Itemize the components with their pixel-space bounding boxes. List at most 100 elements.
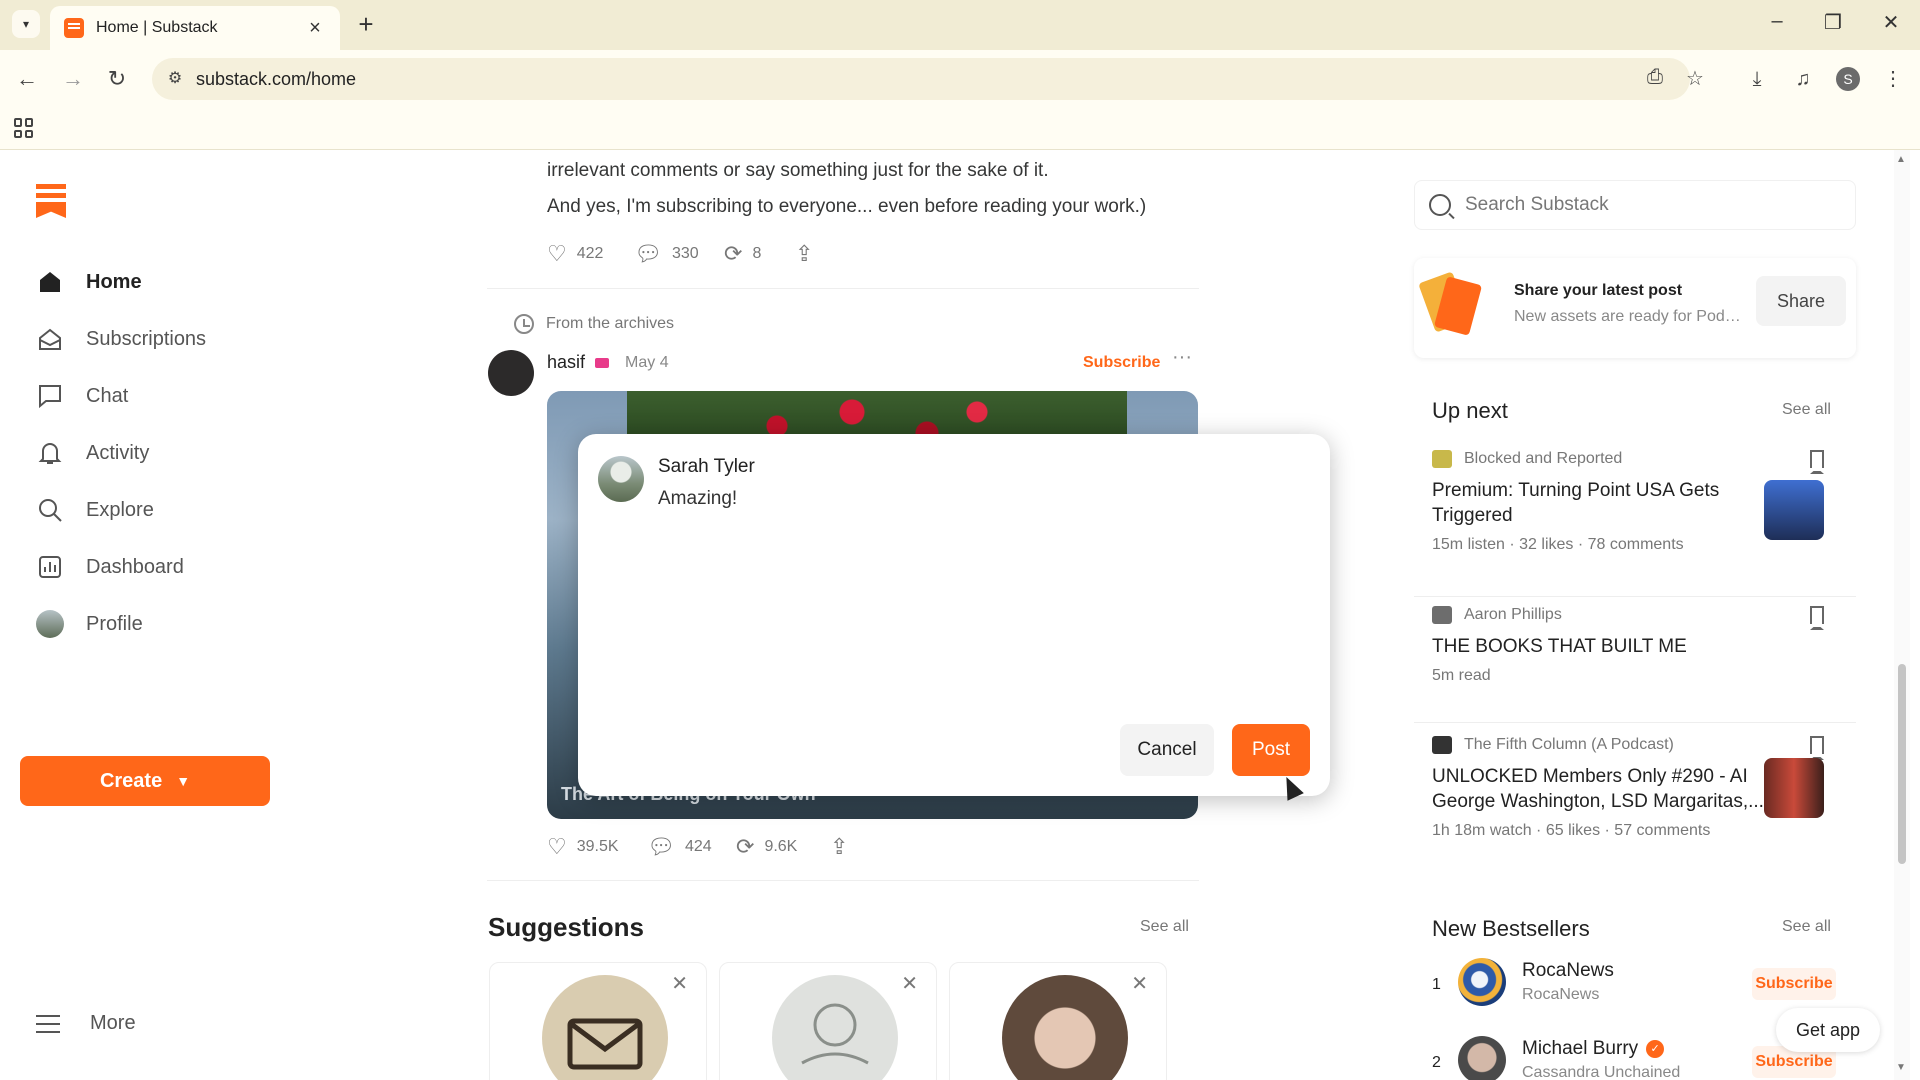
reload-icon[interactable]: ↻ [102, 64, 132, 94]
downloads-icon[interactable]: ⤓ [1742, 64, 1772, 94]
up-next-title-text: Premium: Turning Point USA Gets Triggere… [1432, 480, 1720, 526]
restack-button[interactable]: ⟳ 9.6K [736, 834, 797, 860]
comment-button[interactable]: 💬︎ 424 [647, 834, 712, 860]
media-control-icon[interactable]: ♫ [1788, 64, 1818, 94]
search-icon [36, 496, 64, 524]
bestsellers-see-all-link[interactable]: See all [1782, 918, 1831, 936]
search-input[interactable]: Search Substack [1414, 180, 1856, 230]
up-next-see-all-link[interactable]: See all [1782, 401, 1831, 419]
scroll-down-icon[interactable]: ▼ [1896, 1062, 1906, 1073]
up-next-publication: Aaron Phillips [1432, 606, 1832, 624]
close-window-icon[interactable]: ✕ [1876, 10, 1906, 35]
forward-icon[interactable]: → [58, 64, 88, 94]
like-button[interactable]: ♡ 422 [547, 241, 603, 267]
up-next-item[interactable]: The Fifth Column (A Podcast) UNLOCKED Me… [1432, 736, 1832, 840]
create-label: Create [99, 769, 163, 792]
restack-button[interactable]: ⟳ 8 [724, 241, 761, 267]
bestseller-row[interactable]: 1 RocaNews RocaNews Subscribe [1432, 958, 1838, 1018]
comment-author: Sarah Tyler [658, 456, 755, 477]
post-author[interactable]: hasif [547, 352, 585, 373]
bookmark-icon[interactable] [1810, 606, 1824, 630]
profile-avatar[interactable]: S [1836, 67, 1860, 91]
episode-thumbnail [1764, 758, 1824, 818]
search-placeholder: Search Substack [1465, 194, 1609, 215]
install-app-icon[interactable]: ⎙ [1642, 66, 1668, 92]
comment-count: 424 [684, 838, 712, 855]
get-app-button[interactable]: Get app [1776, 1008, 1880, 1052]
restore-icon[interactable]: ❐ [1818, 10, 1848, 35]
scroll-thumb[interactable] [1898, 664, 1906, 864]
divider [487, 288, 1199, 289]
share-card-subtitle: New assets are ready for Podc... [1514, 308, 1744, 325]
suggestions-see-all-link[interactable]: See all [1140, 918, 1189, 936]
bestseller-name: RocaNews [1522, 960, 1614, 981]
more-menu[interactable]: More [36, 1012, 136, 1035]
nav-item-activity[interactable]: Activity [36, 435, 149, 471]
archive-text: From the archives [546, 315, 675, 332]
avatar[interactable] [488, 350, 534, 396]
new-tab-icon[interactable]: + [352, 10, 380, 38]
suggestion-card[interactable]: ✕ [719, 962, 937, 1080]
tab-search-dropdown[interactable]: ▾ [12, 10, 40, 38]
menu-kebab-icon[interactable]: ⋮ [1878, 64, 1908, 94]
cancel-button[interactable]: Cancel [1120, 724, 1214, 776]
avatar [598, 456, 644, 502]
scroll-up-icon[interactable]: ▲ [1896, 154, 1906, 165]
like-button[interactable]: ♡ 39.5K [547, 834, 619, 860]
bestseller-row[interactable]: 2 Michael Burry ✓ Cassandra Unchained Sub… [1432, 1036, 1838, 1080]
share-button[interactable]: ⇪ [830, 834, 848, 860]
subscribe-button[interactable]: Subscribe [1083, 354, 1160, 372]
up-next-meta: 5m read [1432, 667, 1491, 684]
dashboard-icon [36, 553, 64, 581]
nav-item-chat[interactable]: Chat [36, 378, 128, 414]
omnibox[interactable]: ⚙ substack.com/home ⎙ ☆ [152, 58, 1704, 100]
share-button[interactable]: Share [1756, 276, 1846, 326]
book-avatar [772, 975, 898, 1080]
bookmark-icon[interactable] [1810, 450, 1824, 474]
back-icon[interactable]: ← [12, 64, 42, 94]
like-count: 422 [576, 245, 604, 262]
suggestion-card[interactable]: ✕ [489, 962, 707, 1080]
dismiss-icon[interactable]: ✕ [671, 971, 688, 996]
bookmark-icon[interactable] [1810, 736, 1824, 760]
up-next-item[interactable]: Blocked and Reported Premium: Turning Po… [1432, 450, 1832, 554]
share-icon: ⇪ [795, 241, 814, 266]
subscribe-button[interactable]: Subscribe [1752, 968, 1836, 1000]
browser-tab[interactable]: Home | Substack × [50, 6, 340, 50]
comment-button[interactable]: 💬︎ 330 [634, 241, 699, 267]
up-next-item[interactable]: Aaron Phillips THE BOOKS THAT BUILT ME 5… [1432, 606, 1832, 685]
substack-logo-icon[interactable] [36, 184, 66, 218]
apps-grid-icon[interactable] [14, 118, 34, 138]
share-button[interactable]: ⇪ [795, 241, 813, 267]
avatar [1458, 958, 1506, 1006]
more-options-icon[interactable]: ··· [1172, 346, 1192, 369]
caret-down-icon: ▼ [176, 773, 191, 789]
site-info-icon[interactable]: ⚙ [164, 68, 186, 90]
comment-input[interactable]: Amazing! [658, 488, 737, 510]
bestseller-publication: RocaNews [1522, 986, 1600, 1003]
url-text[interactable]: substack.com/home [196, 69, 356, 90]
avatar [1458, 1036, 1506, 1080]
scrollbar[interactable]: ▲ ▼ [1894, 150, 1910, 1080]
close-tab-icon[interactable]: × [304, 17, 326, 40]
nav-label: Home [86, 270, 142, 293]
nav-item-explore[interactable]: Explore [36, 492, 154, 528]
nav-item-home[interactable]: Home [36, 264, 142, 300]
nav-item-profile[interactable]: Profile [36, 606, 143, 642]
create-button[interactable]: Create ▼ [20, 756, 270, 806]
nav-label: Explore [86, 498, 154, 521]
post-button[interactable]: Post [1232, 724, 1310, 776]
share-illustration-icon [1418, 271, 1483, 336]
envelope-avatar [542, 975, 668, 1080]
nav-item-dashboard[interactable]: Dashboard [36, 549, 184, 585]
minimize-icon[interactable]: – [1762, 10, 1792, 33]
more-label: More [90, 1012, 136, 1034]
suggestion-card[interactable]: ✕ [949, 962, 1167, 1080]
nav-label: Subscriptions [86, 327, 207, 350]
person-avatar [1002, 975, 1128, 1080]
nav-label: Activity [86, 441, 150, 464]
nav-item-subscriptions[interactable]: Subscriptions [36, 321, 206, 357]
bookmark-star-icon[interactable]: ☆ [1682, 66, 1708, 92]
dismiss-icon[interactable]: ✕ [901, 971, 918, 996]
dismiss-icon[interactable]: ✕ [1131, 971, 1148, 996]
